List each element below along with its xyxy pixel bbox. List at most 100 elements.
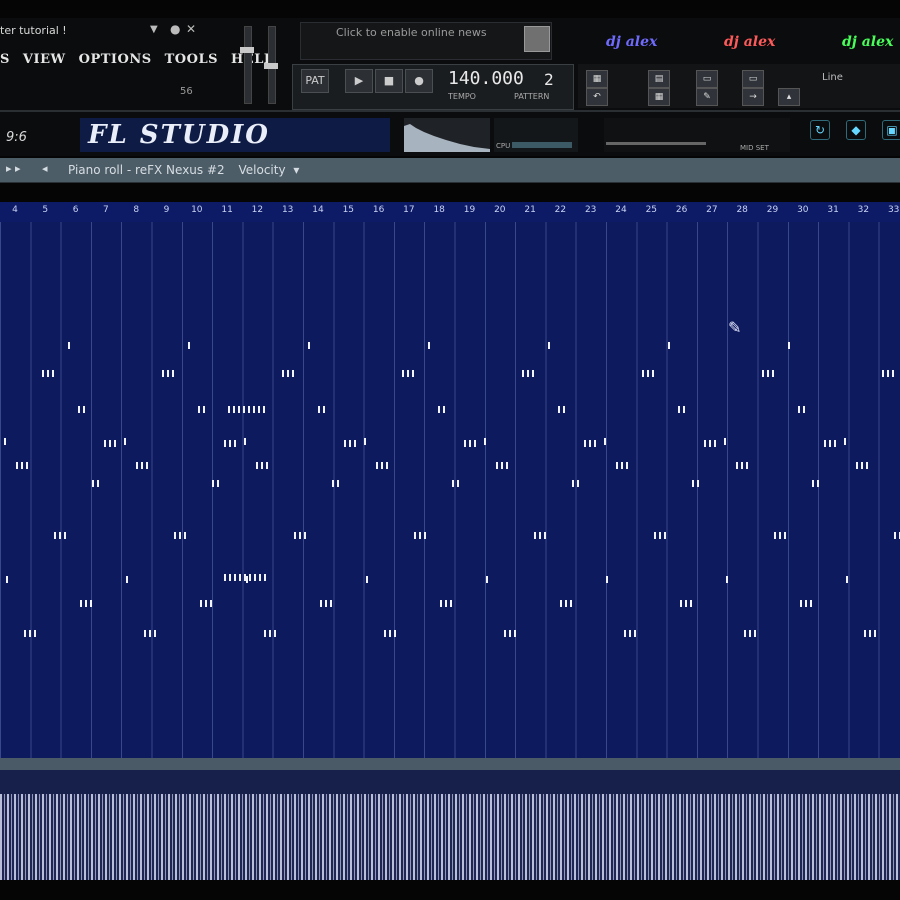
- record-button[interactable]: ●: [405, 69, 433, 93]
- stop-button[interactable]: ■: [375, 69, 403, 93]
- note[interactable]: [144, 630, 159, 637]
- note[interactable]: [788, 342, 793, 349]
- note[interactable]: [124, 438, 129, 445]
- note[interactable]: [294, 532, 309, 539]
- note[interactable]: [824, 440, 839, 447]
- chevron-down-icon[interactable]: ▾: [293, 163, 299, 177]
- note[interactable]: [692, 480, 702, 487]
- note[interactable]: [42, 370, 57, 377]
- note[interactable]: [654, 532, 669, 539]
- note[interactable]: [812, 480, 822, 487]
- bar-ruler[interactable]: 4 5 6 7 8 9 10 11 12 13 14 15 16 17 18 19 20 21 22 23 24 25 26…: [0, 202, 900, 222]
- pattern-mode-button[interactable]: PAT: [301, 69, 329, 93]
- note[interactable]: [332, 480, 342, 487]
- typing-keyboard-icon[interactable]: ▦: [586, 70, 608, 88]
- playlist-icon[interactable]: ▤: [648, 70, 670, 88]
- menu-item-view[interactable]: VIEW: [23, 52, 66, 67]
- note[interactable]: [80, 600, 95, 607]
- close-icon[interactable]: ✕: [186, 22, 196, 36]
- note[interactable]: [212, 480, 222, 487]
- event-editor-divider[interactable]: [0, 758, 900, 770]
- note[interactable]: [762, 370, 777, 377]
- note[interactable]: [24, 630, 39, 637]
- note[interactable]: [560, 600, 575, 607]
- note[interactable]: [668, 342, 673, 349]
- save-icon[interactable]: ▣: [882, 120, 900, 140]
- note[interactable]: [680, 600, 695, 607]
- note[interactable]: [104, 440, 119, 447]
- note[interactable]: [16, 462, 31, 469]
- note[interactable]: [504, 630, 519, 637]
- note[interactable]: [224, 574, 269, 581]
- note[interactable]: [774, 532, 789, 539]
- note[interactable]: [642, 370, 657, 377]
- note[interactable]: [846, 576, 851, 583]
- note[interactable]: [162, 370, 177, 377]
- browser-icon[interactable]: ▭: [742, 70, 764, 88]
- note[interactable]: [548, 342, 553, 349]
- step-sequencer-icon[interactable]: ▦: [648, 88, 670, 106]
- pencil-icon[interactable]: ✎: [696, 88, 718, 106]
- note[interactable]: [440, 600, 455, 607]
- chevron-down-icon[interactable]: ▼: [150, 24, 158, 35]
- note[interactable]: [798, 406, 808, 413]
- note[interactable]: [282, 370, 297, 377]
- menu-item-tools[interactable]: TOOLS: [165, 52, 218, 67]
- note[interactable]: [136, 462, 151, 469]
- note[interactable]: [678, 406, 688, 413]
- note[interactable]: [4, 438, 9, 445]
- cloud-icon[interactable]: ◆: [846, 120, 866, 140]
- menu-item-file[interactable]: S: [0, 52, 10, 67]
- note[interactable]: [344, 440, 359, 447]
- note[interactable]: [882, 370, 897, 377]
- master-slider[interactable]: [606, 142, 706, 145]
- note[interactable]: [744, 630, 759, 637]
- note[interactable]: [200, 600, 215, 607]
- note[interactable]: [402, 370, 417, 377]
- note[interactable]: [606, 576, 611, 583]
- note[interactable]: [6, 576, 11, 583]
- note[interactable]: [54, 532, 69, 539]
- menu-item-options[interactable]: OPTIONS: [79, 52, 152, 67]
- master-volume-fader[interactable]: [240, 26, 254, 104]
- channel-icon[interactable]: ▴: [778, 88, 800, 106]
- note[interactable]: [428, 342, 433, 349]
- note[interactable]: [198, 406, 208, 413]
- note[interactable]: [452, 480, 462, 487]
- note[interactable]: [616, 462, 631, 469]
- note[interactable]: [844, 438, 849, 445]
- note[interactable]: [726, 576, 731, 583]
- note[interactable]: [174, 532, 189, 539]
- pin-icon[interactable]: ●: [170, 22, 180, 36]
- note[interactable]: [522, 370, 537, 377]
- note[interactable]: [256, 462, 271, 469]
- note[interactable]: [704, 440, 719, 447]
- note[interactable]: [244, 438, 249, 445]
- pattern-value[interactable]: 2: [544, 70, 554, 89]
- back-arrow-icon[interactable]: ◂: [42, 162, 48, 175]
- online-news-button[interactable]: [524, 26, 550, 52]
- fader-knob[interactable]: [240, 47, 254, 53]
- note[interactable]: [264, 630, 279, 637]
- note[interactable]: [78, 406, 88, 413]
- note[interactable]: [484, 438, 489, 445]
- note[interactable]: [126, 576, 131, 583]
- note[interactable]: [572, 480, 582, 487]
- note[interactable]: [376, 462, 391, 469]
- tempo-value[interactable]: 140.000: [448, 68, 524, 89]
- arrow-icon[interactable]: →: [742, 88, 764, 106]
- note[interactable]: [320, 600, 335, 607]
- note[interactable]: [496, 462, 511, 469]
- note[interactable]: [384, 630, 399, 637]
- note[interactable]: [864, 630, 879, 637]
- note[interactable]: [486, 576, 491, 583]
- mixer-icon[interactable]: ▭: [696, 70, 718, 88]
- note[interactable]: [188, 342, 193, 349]
- note[interactable]: [856, 462, 871, 469]
- piano-roll-grid[interactable]: [0, 222, 900, 758]
- note[interactable]: [224, 440, 239, 447]
- note[interactable]: [366, 576, 371, 583]
- note[interactable]: [364, 438, 369, 445]
- note[interactable]: [558, 406, 568, 413]
- piano-roll-menu-icon[interactable]: ▸ ▸: [6, 162, 21, 175]
